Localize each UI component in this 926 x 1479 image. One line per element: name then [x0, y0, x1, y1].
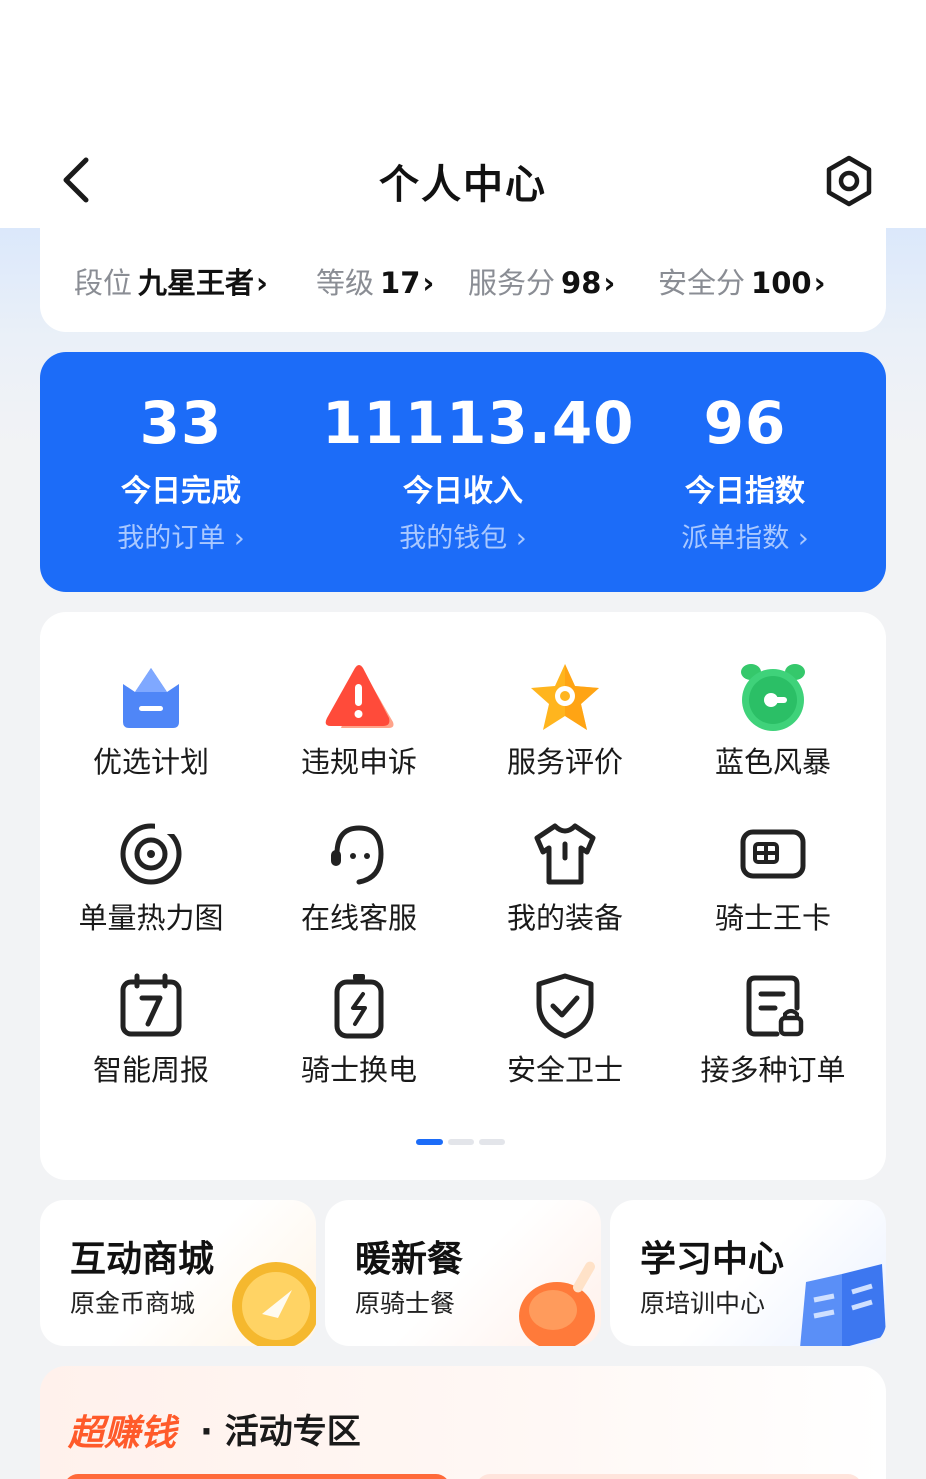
- page-dot: [479, 1139, 505, 1145]
- chicken-leg-icon: [519, 1261, 595, 1346]
- rank-item-level[interactable]: 等级 17›: [316, 260, 434, 302]
- document-icon: [746, 975, 804, 1037]
- hexagon-settings-icon[interactable]: [822, 154, 876, 208]
- page-title: 个人中心: [379, 162, 547, 208]
- warning-icon: [325, 665, 394, 728]
- crown-icon: [123, 668, 179, 728]
- battery-icon: [334, 974, 384, 1039]
- tile-interactive-mall[interactable]: 互动商城 原金币商城: [40, 1200, 316, 1346]
- promo-banner-left[interactable]: [64, 1474, 450, 1479]
- rank-item-safety-score[interactable]: 安全分 100›: [658, 260, 826, 302]
- grid-item-my-equipment[interactable]: 我的装备: [462, 818, 668, 936]
- feature-grid-card: 优选计划 违规申诉 服务评价 蓝色风暴 单量热力图 在线客服 我的装备 骑士王卡…: [40, 612, 886, 1180]
- my-orders-link[interactable]: 我的订单 ›: [40, 522, 322, 556]
- stat-today-completed[interactable]: 33 今日完成 我的订单 ›: [40, 388, 322, 556]
- stat-today-income[interactable]: 11113.40 今日收入 我的钱包 ›: [322, 388, 635, 556]
- grid-item-knight-card[interactable]: 骑士王卡: [670, 818, 876, 936]
- target-icon: [120, 820, 185, 885]
- stat-number: 33: [139, 389, 223, 457]
- rank-item-service-score[interactable]: 服务分 98›: [468, 260, 615, 302]
- grid-item-multi-orders[interactable]: 接多种订单: [670, 970, 876, 1088]
- grid-item-online-support[interactable]: 在线客服: [256, 818, 462, 936]
- calendar-icon: [120, 973, 182, 1037]
- chevron-right-icon: ›: [603, 266, 616, 300]
- stat-number: 96: [703, 389, 787, 457]
- grid-item-weekly-report[interactable]: 智能周报: [48, 970, 254, 1088]
- grid-item-preferred-plan[interactable]: 优选计划: [48, 662, 254, 780]
- rank-item-tier[interactable]: 段位 九星王者›: [74, 260, 268, 302]
- stat-label: 今日指数: [685, 474, 805, 509]
- today-stats-card: 33 今日完成 我的订单 › 11113.40 今日收入 我的钱包 › 96 今…: [40, 352, 886, 592]
- grid-item-blue-storm[interactable]: 蓝色风暴: [670, 662, 876, 780]
- chevron-right-icon: ›: [813, 266, 826, 300]
- promo-banner-right[interactable]: [476, 1474, 862, 1479]
- headset-icon: [331, 825, 384, 885]
- star-icon: [531, 664, 599, 730]
- alarm-clock-icon: [741, 664, 805, 731]
- my-wallet-link[interactable]: 我的钱包 ›: [322, 522, 604, 556]
- grid-item-service-rating[interactable]: 服务评价: [462, 662, 668, 780]
- grid-item-battery-swap[interactable]: 骑士换电: [256, 970, 462, 1088]
- promo-brand: 超赚钱: [68, 1413, 177, 1454]
- grid-item-safety-guard[interactable]: 安全卫士: [462, 970, 668, 1088]
- book-icon: [800, 1264, 886, 1346]
- dispatch-index-link[interactable]: 派单指数 ›: [604, 522, 886, 556]
- chevron-right-icon: ›: [422, 266, 435, 300]
- stat-label: 今日完成: [121, 474, 241, 509]
- grid-item-violation-appeal[interactable]: 违规申诉: [256, 662, 462, 780]
- stat-today-index[interactable]: 96 今日指数 派单指数 ›: [604, 388, 886, 556]
- tile-learning-center[interactable]: 学习中心 原培训中心: [610, 1200, 886, 1346]
- top-nav-bar: 个人中心: [0, 140, 926, 220]
- shirt-icon: [534, 823, 596, 885]
- tile-warm-meal[interactable]: 暖新餐 原骑士餐: [325, 1200, 601, 1346]
- chevron-right-icon: ›: [256, 266, 268, 300]
- page-dot-active: [416, 1139, 443, 1145]
- activity-zone-section: 超赚钱 · 活动专区: [40, 1366, 886, 1479]
- card-icon: [740, 829, 806, 879]
- stat-label: 今日收入: [403, 474, 523, 509]
- stat-number: 11113.40: [322, 389, 635, 457]
- shield-icon: [536, 973, 594, 1039]
- coin-icon: [232, 1262, 316, 1346]
- rank-summary-card: 段位 九星王者› 等级 17› 服务分 98› 安全分 100›: [40, 224, 886, 332]
- page-dot: [448, 1139, 474, 1145]
- promo-title: · 活动专区: [200, 1412, 361, 1452]
- grid-item-order-heatmap[interactable]: 单量热力图: [48, 818, 254, 936]
